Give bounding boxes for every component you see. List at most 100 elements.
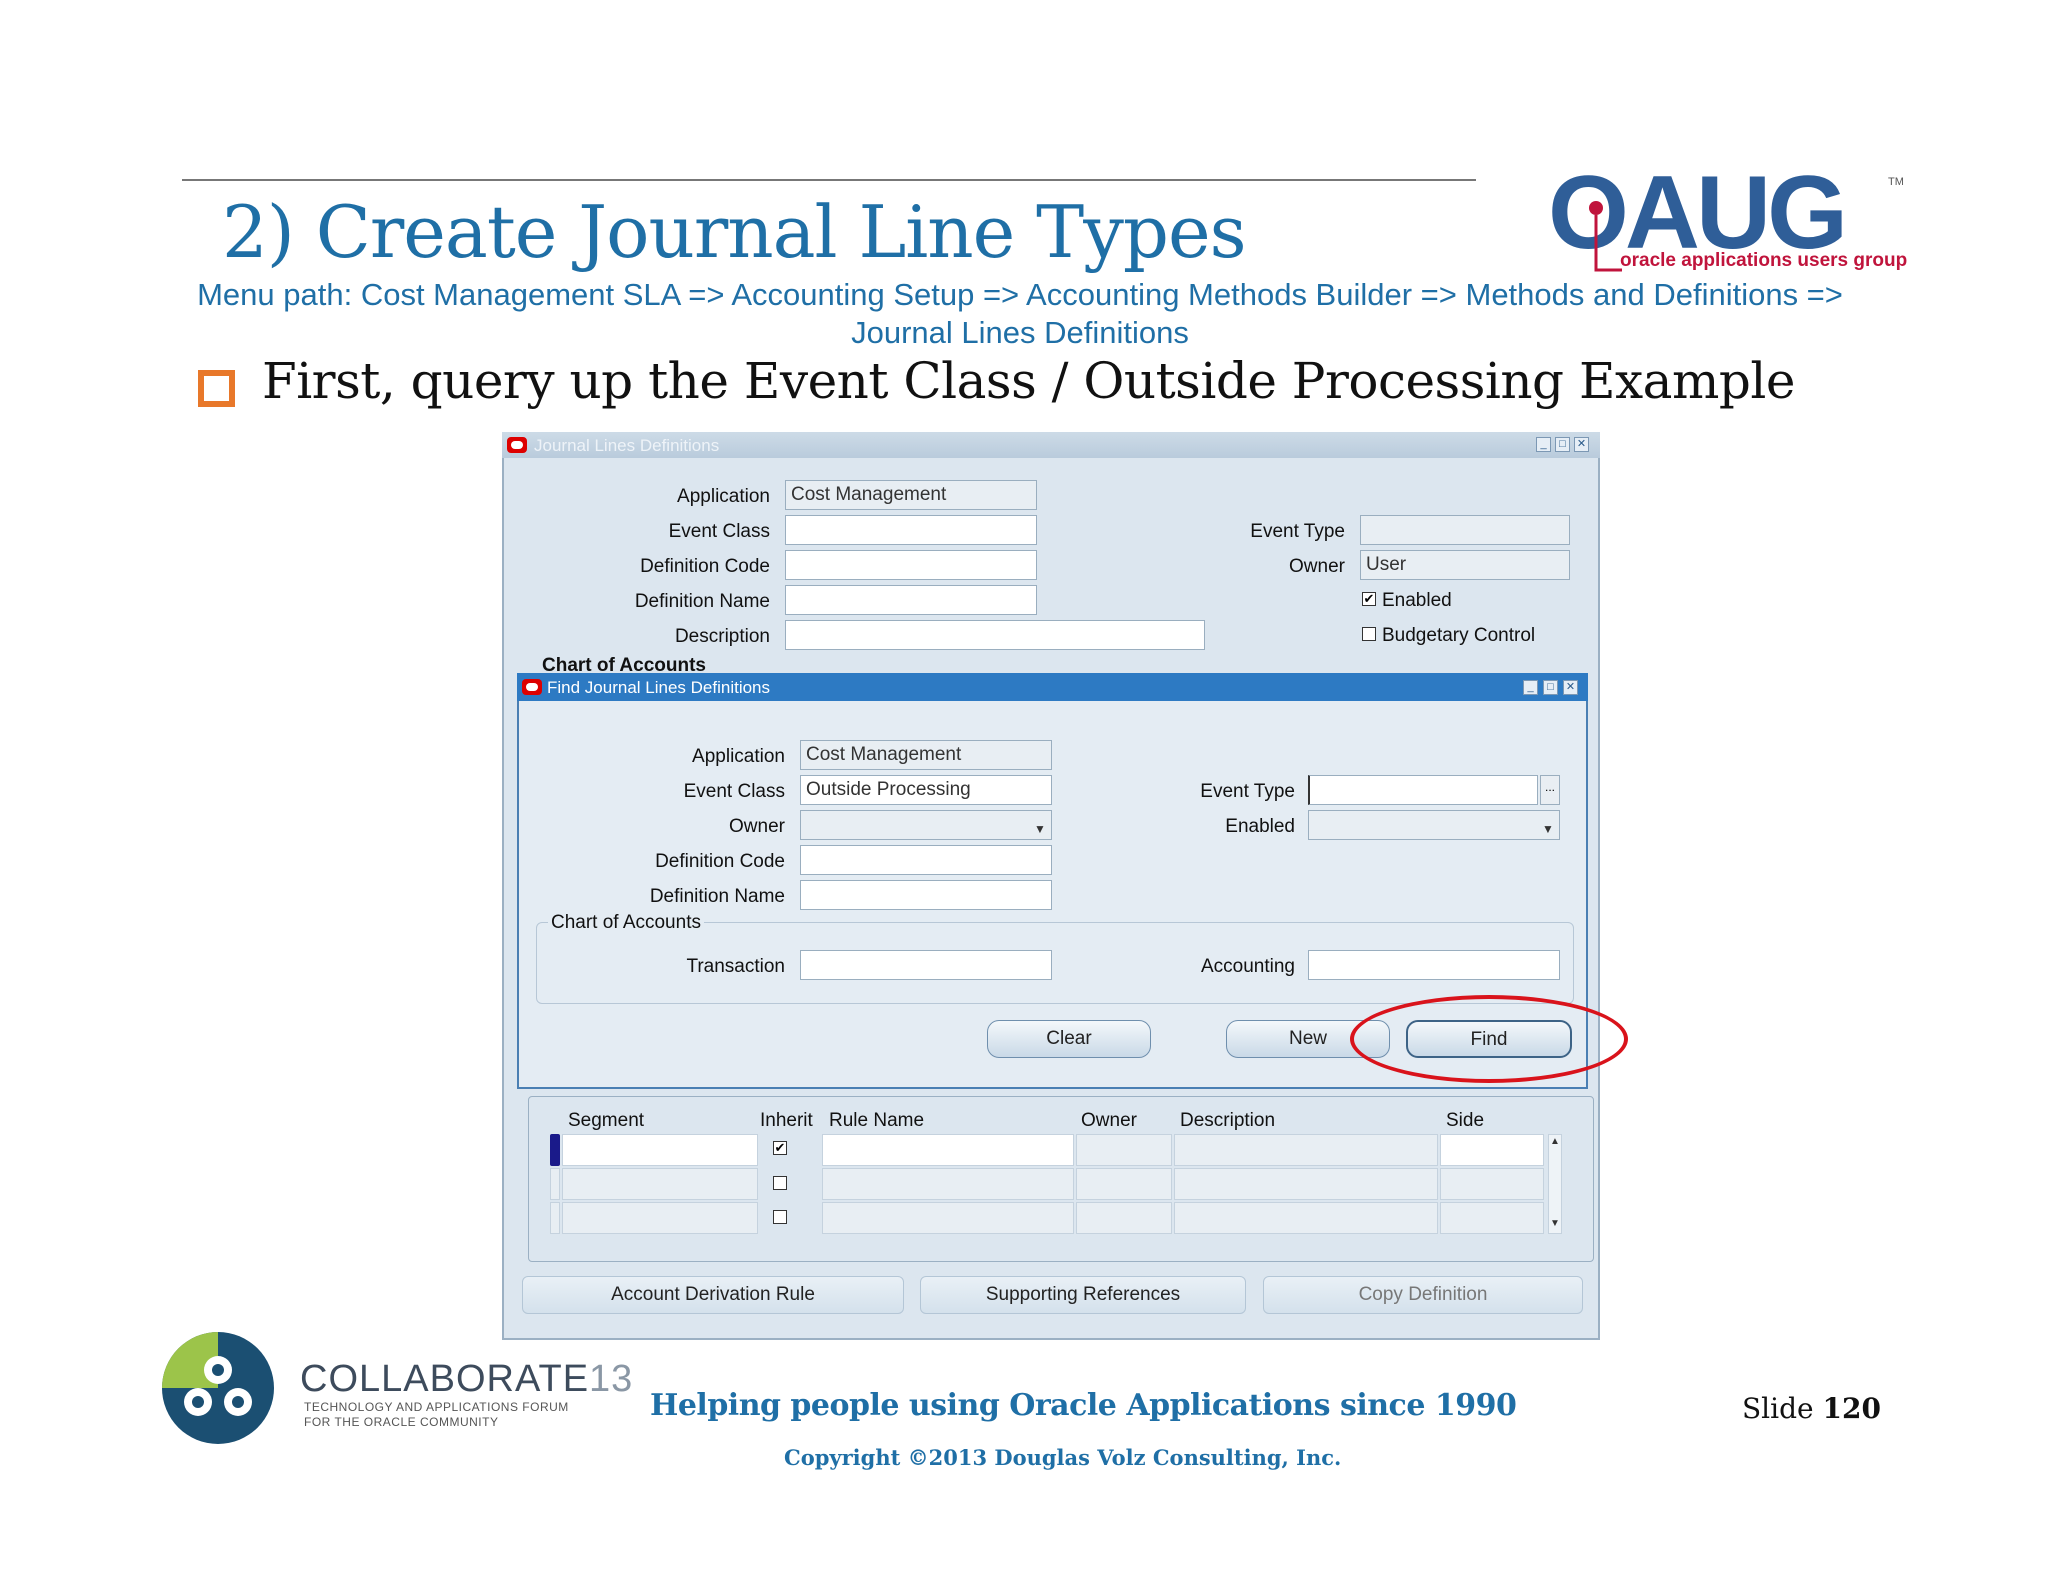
current-record-indicator[interactable] xyxy=(550,1134,560,1166)
chevron-down-icon[interactable]: ▼ xyxy=(1542,822,1554,836)
oaug-tm: TM xyxy=(1888,176,1904,188)
find-enabled-select[interactable] xyxy=(1308,810,1560,840)
find-dialog-title: Find Journal Lines Definitions xyxy=(547,678,771,697)
find-event-type-label: Event Type xyxy=(1200,781,1295,802)
slide-number-value: 120 xyxy=(1822,1392,1881,1425)
bullet-text: First, query up the Event Class / Outsid… xyxy=(262,352,1795,410)
collaborate-subtitle-line-1: TECHNOLOGY AND APPLICATIONS FORUM xyxy=(304,1400,569,1414)
scroll-down-icon[interactable]: ▼ xyxy=(1550,1218,1560,1229)
collaborate-title: COLLABORATE13 xyxy=(300,1358,633,1401)
rule-name-cell[interactable] xyxy=(822,1134,1074,1166)
collaborate-logo xyxy=(162,1332,274,1444)
col-inherit: Inherit xyxy=(760,1110,813,1131)
description-cell xyxy=(1174,1202,1438,1234)
collaborate-name: COLLABORATE xyxy=(300,1358,590,1400)
description-field[interactable] xyxy=(785,620,1205,650)
side-cell[interactable] xyxy=(1440,1168,1544,1200)
collaborate-subtitle-line-2: FOR THE ORACLE COMMUNITY xyxy=(304,1415,499,1429)
description-cell xyxy=(1174,1134,1438,1166)
accounting-label: Accounting xyxy=(1200,956,1295,977)
side-cell[interactable] xyxy=(1440,1202,1544,1234)
event-class-label: Event Class xyxy=(668,521,770,542)
find-event-class-field[interactable]: Outside Processing xyxy=(800,775,1052,805)
copyright: Copyright ©2013 Douglas Volz Consulting,… xyxy=(784,1445,1342,1470)
accounting-field[interactable] xyxy=(1308,950,1560,980)
col-owner: Owner xyxy=(1081,1110,1137,1131)
description-label: Description xyxy=(674,626,770,647)
list-of-values-icon[interactable]: ... xyxy=(1540,775,1560,805)
owner-label: Owner xyxy=(1289,556,1345,577)
find-application-label: Application xyxy=(692,746,785,767)
minimize-icon[interactable]: _ xyxy=(1523,680,1538,695)
footer-tagline: Helping people using Oracle Applications… xyxy=(650,1388,1517,1423)
definition-name-field[interactable] xyxy=(785,585,1037,615)
rule-name-cell[interactable] xyxy=(822,1168,1074,1200)
rule-name-cell[interactable] xyxy=(822,1202,1074,1234)
supporting-references-button[interactable]: Supporting References xyxy=(920,1276,1246,1314)
close-icon[interactable]: ✕ xyxy=(1563,680,1578,695)
chevron-down-icon[interactable]: ▼ xyxy=(1034,822,1046,836)
account-derivation-rule-button[interactable]: Account Derivation Rule xyxy=(522,1276,904,1314)
oracle-icon xyxy=(507,437,527,453)
event-type-label: Event Type xyxy=(1250,521,1345,542)
description-cell xyxy=(1174,1168,1438,1200)
definition-name-label: Definition Name xyxy=(634,591,770,612)
find-chart-of-accounts-label: Chart of Accounts xyxy=(548,912,704,934)
slide-number: Slide 120 xyxy=(1742,1392,1881,1425)
record-indicator[interactable] xyxy=(550,1168,560,1200)
find-owner-label: Owner xyxy=(729,816,785,837)
find-definition-name-field[interactable] xyxy=(800,880,1052,910)
budgetary-control-checkbox[interactable] xyxy=(1362,627,1376,641)
close-icon[interactable]: ✕ xyxy=(1574,437,1589,452)
slide-label: Slide xyxy=(1742,1392,1814,1425)
find-enabled-label: Enabled xyxy=(1225,816,1295,837)
find-event-class-label: Event Class xyxy=(683,781,785,802)
segment-cell[interactable] xyxy=(562,1168,758,1200)
application-field: Cost Management xyxy=(785,480,1037,510)
find-event-type-field[interactable] xyxy=(1308,775,1538,805)
find-owner-select[interactable] xyxy=(800,810,1052,840)
transaction-label: Transaction xyxy=(686,956,785,977)
transaction-field[interactable] xyxy=(800,950,1052,980)
inherit-checkbox[interactable]: ✔ xyxy=(773,1141,787,1155)
collaborate-year: 13 xyxy=(589,1358,634,1400)
owner-cell xyxy=(1076,1168,1172,1200)
slide-title: 2) Create Journal Line Types xyxy=(222,190,1247,274)
collaborate-subtitle: TECHNOLOGY AND APPLICATIONS FORUM FOR TH… xyxy=(304,1400,569,1430)
owner-cell xyxy=(1076,1202,1172,1234)
record-indicator[interactable] xyxy=(550,1202,560,1234)
find-definition-code-label: Definition Code xyxy=(655,851,785,872)
inherit-checkbox[interactable] xyxy=(773,1210,787,1224)
application-label: Application xyxy=(677,486,770,507)
event-class-field[interactable] xyxy=(785,515,1037,545)
col-description: Description xyxy=(1180,1110,1276,1131)
segment-cell[interactable] xyxy=(562,1202,758,1234)
minimize-icon[interactable]: _ xyxy=(1536,437,1551,452)
inherit-checkbox[interactable] xyxy=(773,1176,787,1190)
find-definition-code-field[interactable] xyxy=(800,845,1052,875)
side-cell[interactable] xyxy=(1440,1134,1544,1166)
enabled-checkbox[interactable]: ✔ xyxy=(1362,592,1376,606)
oaug-subtitle: oracle applications users group xyxy=(1620,250,1908,271)
col-segment: Segment xyxy=(568,1110,645,1131)
scroll-up-icon[interactable]: ▲ xyxy=(1550,1136,1560,1147)
maximize-icon[interactable]: □ xyxy=(1555,437,1570,452)
find-highlight-ellipse xyxy=(1350,995,1628,1083)
col-rule-name: Rule Name xyxy=(829,1110,925,1131)
header-divider xyxy=(182,179,1476,181)
definition-code-field[interactable] xyxy=(785,550,1037,580)
segment-cell[interactable] xyxy=(562,1134,758,1166)
definition-code-label: Definition Code xyxy=(640,556,770,577)
maximize-icon[interactable]: □ xyxy=(1543,680,1558,695)
clear-button[interactable]: Clear xyxy=(987,1020,1151,1058)
bullet-square-icon xyxy=(198,370,235,407)
owner-cell xyxy=(1076,1134,1172,1166)
menu-path-line-2: Journal Lines Definitions xyxy=(851,315,1189,350)
col-side: Side xyxy=(1446,1110,1485,1131)
owner-field: User xyxy=(1360,550,1570,580)
enabled-label: Enabled xyxy=(1382,590,1452,611)
menu-path-line-1: Menu path: Cost Management SLA => Accoun… xyxy=(197,277,1843,312)
menu-path: Menu path: Cost Management SLA => Accoun… xyxy=(150,276,1890,352)
journal-lines-window-title: Journal Lines Definitions xyxy=(534,436,720,455)
copy-definition-button[interactable]: Copy Definition xyxy=(1263,1276,1583,1314)
